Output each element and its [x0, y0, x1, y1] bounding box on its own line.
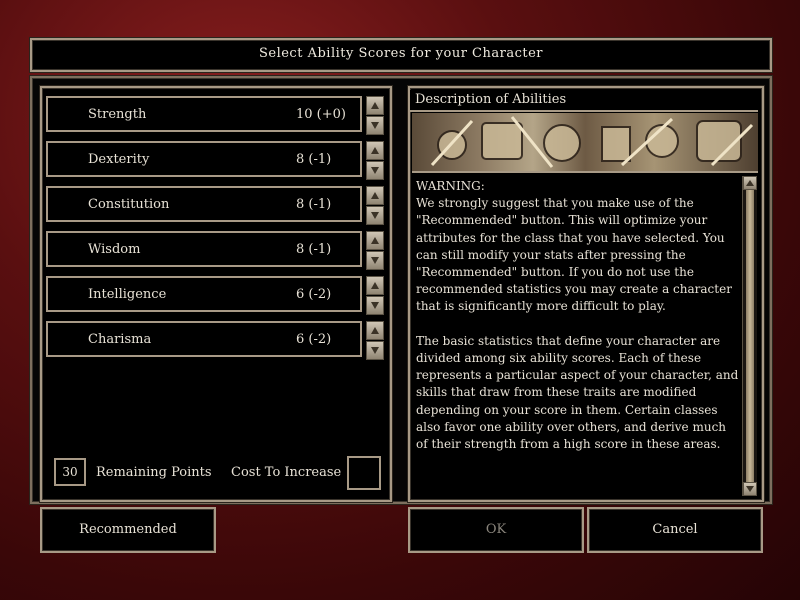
triangle-down-icon	[371, 302, 379, 309]
ability-score: 6 (-2)	[296, 287, 332, 302]
triangle-up-icon	[371, 237, 379, 244]
ability-name: Constitution	[88, 197, 170, 212]
triangle-up-icon	[746, 180, 754, 186]
intelligence-stepper[interactable]	[366, 276, 384, 316]
ability-row-strength[interactable]: Strength 10 (+0)	[46, 96, 362, 132]
wisdom-stepper[interactable]	[366, 231, 384, 271]
ability-row-dexterity[interactable]: Dexterity 8 (-1)	[46, 141, 362, 177]
intelligence-decrease-button[interactable]	[366, 296, 384, 315]
ability-row-charisma[interactable]: Charisma 6 (-2)	[46, 321, 362, 357]
window-title: Select Ability Scores for your Character	[258, 46, 544, 61]
triangle-down-icon	[371, 167, 379, 174]
description-title: Description of Abilities	[415, 92, 567, 107]
description-scrollbar[interactable]	[742, 176, 757, 496]
triangle-up-icon	[371, 147, 379, 154]
triangle-up-icon	[371, 327, 379, 334]
ability-name: Intelligence	[88, 287, 167, 302]
dexterity-decrease-button[interactable]	[366, 161, 384, 180]
triangle-down-icon	[371, 347, 379, 354]
triangle-down-icon	[371, 122, 379, 129]
triangle-down-icon	[746, 486, 754, 492]
charisma-increase-button[interactable]	[366, 321, 384, 340]
description-header: Description of Abilities	[410, 90, 758, 112]
charisma-decrease-button[interactable]	[366, 341, 384, 360]
triangle-up-icon	[371, 102, 379, 109]
intelligence-increase-button[interactable]	[366, 276, 384, 295]
wisdom-increase-button[interactable]	[366, 231, 384, 250]
constitution-stepper[interactable]	[366, 186, 384, 226]
constitution-decrease-button[interactable]	[366, 206, 384, 225]
scroll-track[interactable]	[746, 190, 754, 482]
cost-to-increase-label: Cost To Increase	[231, 465, 342, 480]
constitution-increase-button[interactable]	[366, 186, 384, 205]
wisdom-decrease-button[interactable]	[366, 251, 384, 270]
ability-name: Strength	[88, 107, 147, 122]
triangle-up-icon	[371, 282, 379, 289]
scroll-down-button[interactable]	[743, 482, 757, 496]
recommended-button[interactable]: Recommended	[40, 507, 216, 553]
ability-score: 8 (-1)	[296, 197, 332, 212]
ability-score: 8 (-1)	[296, 242, 332, 257]
ability-score: 10 (+0)	[296, 107, 346, 122]
ability-score: 6 (-2)	[296, 332, 332, 347]
ability-row-constitution[interactable]: Constitution 8 (-1)	[46, 186, 362, 222]
ability-name: Charisma	[88, 332, 152, 347]
ability-name: Dexterity	[88, 152, 150, 167]
strength-decrease-button[interactable]	[366, 116, 384, 135]
strength-stepper[interactable]	[366, 96, 384, 136]
description-text: WARNING: We strongly suggest that you ma…	[416, 179, 739, 452]
remaining-points-value: 30	[54, 458, 86, 486]
dexterity-stepper[interactable]	[366, 141, 384, 181]
charisma-stepper[interactable]	[366, 321, 384, 361]
dexterity-increase-button[interactable]	[366, 141, 384, 160]
title-bar: Select Ability Scores for your Character	[30, 38, 772, 72]
cost-to-increase-value	[347, 456, 381, 490]
strength-increase-button[interactable]	[366, 96, 384, 115]
weapons-illustration-icon	[430, 116, 754, 168]
ability-score: 8 (-1)	[296, 152, 332, 167]
remaining-points-label: Remaining Points	[96, 465, 212, 480]
triangle-up-icon	[371, 192, 379, 199]
cancel-button[interactable]: Cancel	[587, 507, 763, 553]
ok-button[interactable]: OK	[408, 507, 584, 553]
ability-row-intelligence[interactable]: Intelligence 6 (-2)	[46, 276, 362, 312]
decorative-weapons-banner	[412, 113, 758, 173]
triangle-down-icon	[371, 257, 379, 264]
ability-name: Wisdom	[88, 242, 141, 257]
scroll-up-button[interactable]	[743, 176, 757, 190]
triangle-down-icon	[371, 212, 379, 219]
ability-row-wisdom[interactable]: Wisdom 8 (-1)	[46, 231, 362, 267]
